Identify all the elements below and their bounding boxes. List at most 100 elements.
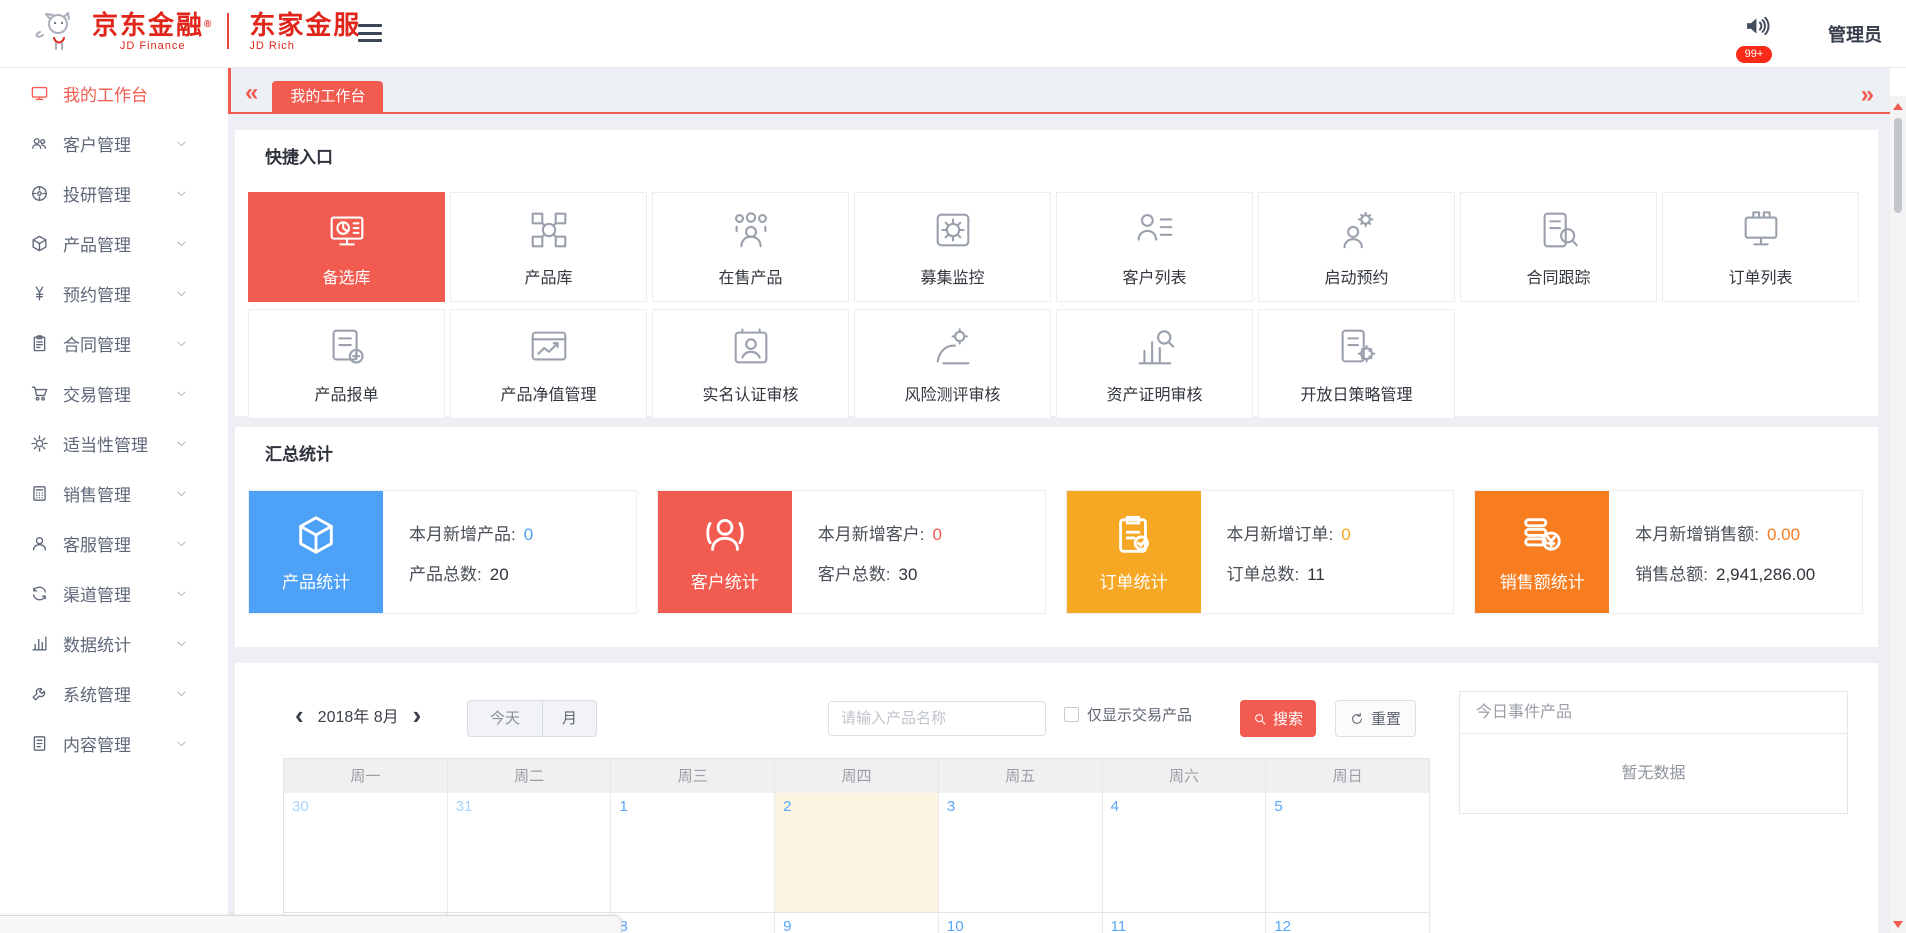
- summary-section: 汇总统计 产品统计本月新增产品:0产品总数:20客户统计本月新增客户:0客户总数…: [235, 427, 1878, 647]
- tabs-scroll-left-icon[interactable]: «: [245, 81, 258, 105]
- sidebar-item-reservation[interactable]: 预约管理: [0, 268, 228, 318]
- sidebar-item-system[interactable]: 系统管理: [0, 668, 228, 718]
- weekday-周四: 周四: [775, 759, 939, 793]
- stat-line-2-value: 20: [490, 565, 509, 584]
- browser-status-overlay: [0, 915, 622, 933]
- quick-tiles-row-2: 产品报单产品净值管理实名认证审核风险测评审核资产证明审核 开放日策略管理: [248, 309, 1863, 419]
- calendar-day-11[interactable]: 11: [1103, 913, 1267, 933]
- quick-tile-label: 启动预约: [1324, 264, 1388, 288]
- stat-card-name: 销售额统计: [1500, 568, 1585, 593]
- chevron-down-icon: [175, 287, 188, 300]
- sidebar-nav: 我的工作台客户管理投研管理产品管理预约管理合同管理交易管理适当性管理销售管理客服…: [0, 68, 228, 933]
- calendar-day-number: 4: [1111, 798, 1119, 815]
- calendar-day-9[interactable]: 9: [775, 913, 939, 933]
- calendar-prev-month-icon[interactable]: ‹: [295, 704, 304, 726]
- sidebar-item-label: 交易管理: [63, 381, 131, 406]
- tab-my-workbench[interactable]: 我的工作台: [272, 81, 383, 112]
- weekday-周一: 周一: [284, 759, 448, 793]
- quick-tile-nav-management[interactable]: 产品净值管理: [450, 309, 647, 419]
- sidebar-item-trade[interactable]: 交易管理: [0, 368, 228, 418]
- quick-tile-product-report[interactable]: 产品报单: [248, 309, 445, 419]
- calendar-day-number: 10: [947, 918, 964, 933]
- calendar-day-8[interactable]: 8: [611, 913, 775, 933]
- calendar-day-1[interactable]: 1: [611, 793, 775, 912]
- sidebar-item-content[interactable]: 内容管理: [0, 718, 228, 768]
- quick-tile-label: 资产证明审核: [1106, 381, 1202, 405]
- chevron-down-icon: [175, 537, 188, 550]
- trade-products-only-checkbox-row[interactable]: 仅显示交易产品: [1064, 704, 1192, 725]
- quick-tile-customer-list[interactable]: 客户列表: [1056, 192, 1253, 302]
- quick-tile-fundraising-monitor[interactable]: 募集监控: [854, 192, 1051, 302]
- notification-speaker-icon[interactable]: [1742, 12, 1772, 40]
- quick-tile-asset-audit[interactable]: 资产证明审核: [1056, 309, 1253, 419]
- sidebar-item-product[interactable]: 产品管理: [0, 218, 228, 268]
- scrollbar-up-arrow-icon[interactable]: [1893, 103, 1903, 110]
- calendar-day-10[interactable]: 10: [939, 913, 1103, 933]
- calendar-day-31[interactable]: 31: [448, 793, 612, 912]
- sidebar-item-suitability[interactable]: 适当性管理: [0, 418, 228, 468]
- quick-tile-contract-tracking[interactable]: 合同跟踪: [1460, 192, 1657, 302]
- reset-button[interactable]: 重置: [1335, 700, 1416, 737]
- quick-tile-order-list[interactable]: 订单列表: [1662, 192, 1859, 302]
- search-button-label: 搜索: [1273, 708, 1303, 729]
- trade-products-only-checkbox[interactable]: [1064, 707, 1079, 722]
- calendar-section: ‹ 2018年 8月 › 今天 月 仅显示交易产品 搜索 重置 周一周二周三周四…: [235, 663, 1878, 933]
- sidebar-item-service[interactable]: 客服管理: [0, 518, 228, 568]
- page-scrollbar[interactable]: [1890, 96, 1906, 933]
- logo-jd-rich: 东家金服 JD Rich: [249, 10, 361, 52]
- doc-plus-icon: [324, 324, 370, 370]
- quick-tile-on-sale-products[interactable]: 在售产品: [652, 192, 849, 302]
- tabs-scroll-right-icon[interactable]: »: [1861, 83, 1874, 107]
- quick-tile-openday-strategy[interactable]: 开放日策略管理: [1258, 309, 1455, 419]
- sidebar-item-customer[interactable]: 客户管理: [0, 118, 228, 168]
- calendar-next-month-icon[interactable]: ›: [413, 704, 422, 726]
- stat-cards-row: 产品统计本月新增产品:0产品总数:20客户统计本月新增客户:0客户总数:30订单…: [248, 490, 1863, 614]
- quick-tile-start-reservation[interactable]: 启动预约: [1258, 192, 1455, 302]
- today-button[interactable]: 今天: [468, 701, 542, 736]
- stat-card-sales: 销售额统计本月新增销售额:0.00销售总额:2,941,286.00: [1474, 490, 1863, 614]
- scrollbar-down-arrow-icon[interactable]: [1893, 921, 1903, 928]
- sidebar-item-research[interactable]: 投研管理: [0, 168, 228, 218]
- quick-tile-realname-audit[interactable]: 实名认证审核: [652, 309, 849, 419]
- stat-line-2-label: 客户总数:: [818, 565, 891, 584]
- chevron-down-icon: [175, 237, 188, 250]
- trade-products-only-label: 仅显示交易产品: [1087, 704, 1192, 725]
- quick-tile-candidate-library[interactable]: 备选库: [248, 192, 445, 302]
- month-view-button[interactable]: 月: [542, 701, 596, 736]
- quick-tile-risk-audit[interactable]: 风险测评审核: [854, 309, 1051, 419]
- top-header: 京东金融® JD Finance 东家金服 JD Rich 99+ 管理员: [0, 0, 1906, 68]
- calendar-day-3[interactable]: 3: [939, 793, 1103, 912]
- hamburger-menu-icon[interactable]: [358, 24, 382, 42]
- stat-line-1-value: 0: [932, 525, 941, 544]
- sidebar-item-label: 产品管理: [63, 231, 131, 256]
- weekday-周日: 周日: [1266, 759, 1429, 793]
- sidebar-item-sales[interactable]: 销售管理: [0, 468, 228, 518]
- sidebar-item-workbench[interactable]: 我的工作台: [0, 68, 228, 118]
- sidebar-item-statistics[interactable]: 数据统计: [0, 618, 228, 668]
- calendar-day-12[interactable]: 12: [1266, 913, 1430, 933]
- product-name-search-input[interactable]: [828, 701, 1046, 736]
- stat-card-name: 产品统计: [282, 568, 350, 593]
- stat-card-name: 客户统计: [691, 568, 759, 593]
- stat-line-2-value: 11: [1307, 565, 1325, 584]
- chevron-down-icon: [175, 437, 188, 450]
- calendar-day-30[interactable]: 30: [284, 793, 448, 912]
- scrollbar-thumb[interactable]: [1894, 118, 1902, 213]
- notification-count-badge[interactable]: 99+: [1736, 46, 1772, 63]
- stat-card-product: 产品统计本月新增产品:0产品总数:20: [248, 490, 637, 614]
- quick-tile-product-library[interactable]: 产品库: [450, 192, 647, 302]
- sidebar-item-channel[interactable]: 渠道管理: [0, 568, 228, 618]
- calendar-day-5[interactable]: 5: [1266, 793, 1430, 912]
- user-menu[interactable]: 管理员: [1828, 21, 1882, 47]
- logo-cn-text: 京东金融: [92, 10, 204, 40]
- person-list-icon: [1132, 207, 1178, 253]
- calendar-day-2[interactable]: 2: [775, 793, 939, 912]
- cube3d-icon: [293, 512, 339, 558]
- search-button[interactable]: 搜索: [1240, 700, 1316, 737]
- calendar-day-4[interactable]: 4: [1103, 793, 1267, 912]
- calendar-day-number: 2: [783, 798, 791, 815]
- sidebar-item-contract[interactable]: 合同管理: [0, 318, 228, 368]
- quick-entry-section: 快捷入口 备选库产品库在售产品募集监控客户列表启动预约合同跟踪订单列表 产品报单…: [235, 130, 1878, 416]
- today-events-empty-text: 暂无数据: [1460, 734, 1847, 813]
- order-check-icon: [1111, 512, 1157, 558]
